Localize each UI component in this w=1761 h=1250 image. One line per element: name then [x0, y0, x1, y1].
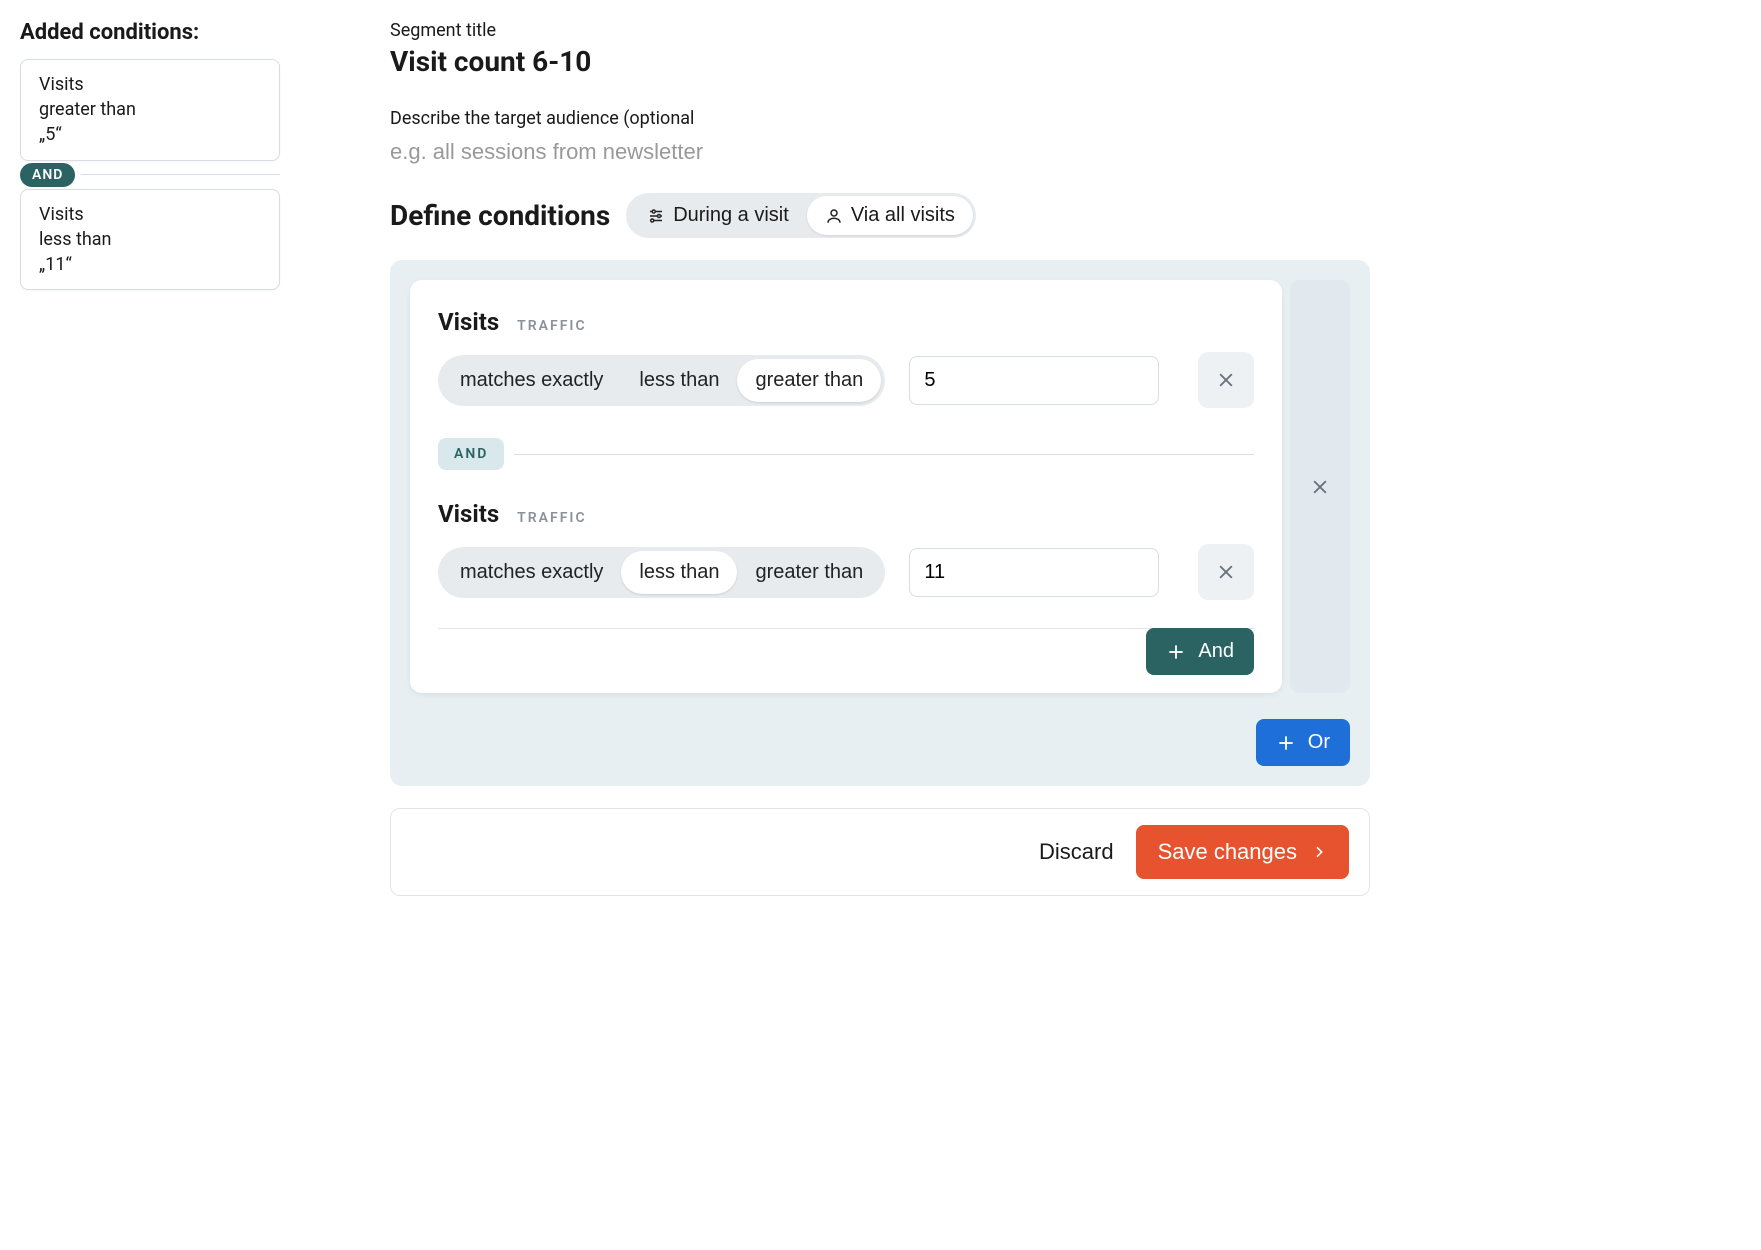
condition-operator: greater than — [39, 97, 261, 122]
condition-metric: Visits — [39, 202, 261, 227]
conditions-panel: Visits TRAFFIC matches exactly less than… — [390, 260, 1370, 786]
remove-condition-button[interactable] — [1198, 544, 1254, 600]
button-label: Or — [1308, 731, 1330, 754]
close-icon — [1216, 370, 1236, 390]
condition-summary-card[interactable]: Visits greater than „5“ — [20, 59, 280, 161]
condition-group: Visits TRAFFIC matches exactly less than… — [410, 280, 1282, 693]
user-icon — [825, 207, 843, 225]
segment-title[interactable]: Visit count 6-10 — [390, 45, 1370, 78]
condition-metric: Visits — [438, 500, 499, 528]
plus-icon — [1166, 642, 1186, 662]
and-pill: AND — [438, 438, 504, 470]
scope-label: During a visit — [673, 204, 789, 227]
condition-metric: Visits — [39, 72, 261, 97]
save-changes-button[interactable]: Save changes — [1136, 825, 1349, 879]
button-label: Save changes — [1158, 839, 1297, 865]
condition-category: TRAFFIC — [517, 510, 586, 526]
add-and-condition-button[interactable]: And — [1146, 628, 1254, 675]
operator-less-than[interactable]: less than — [621, 551, 737, 594]
scope-via-all-visits[interactable]: Via all visits — [807, 196, 973, 235]
discard-button[interactable]: Discard — [1039, 839, 1114, 865]
scope-toggle-group: During a visit Via all visits — [626, 193, 976, 238]
button-label: And — [1198, 640, 1234, 663]
operator-greater-than[interactable]: greater than — [737, 551, 881, 594]
condition-value-input[interactable] — [909, 548, 1159, 597]
description-input[interactable] — [390, 139, 1370, 165]
remove-condition-button[interactable] — [1198, 352, 1254, 408]
condition-category: TRAFFIC — [517, 318, 586, 334]
condition-metric: Visits — [438, 308, 499, 336]
operator-matches-exactly[interactable]: matches exactly — [442, 551, 621, 594]
add-or-group-button[interactable]: Or — [1256, 719, 1350, 766]
condition-operator: less than — [39, 227, 261, 252]
remove-group-button[interactable] — [1290, 280, 1350, 693]
and-pill: AND — [20, 163, 75, 187]
plus-icon — [1276, 733, 1296, 753]
footer-actions: Discard Save changes — [390, 808, 1370, 896]
sliders-icon — [647, 207, 665, 225]
condition-value: „5“ — [39, 122, 261, 147]
sidebar-title: Added conditions: — [20, 20, 280, 45]
added-conditions-sidebar: Added conditions: Visits greater than „5… — [20, 20, 280, 896]
chevron-right-icon — [1311, 844, 1327, 860]
description-label: Describe the target audience (optional — [390, 108, 1370, 129]
and-separator: AND — [438, 438, 1254, 470]
scope-label: Via all visits — [851, 204, 955, 227]
condition-value: „11“ — [39, 252, 261, 277]
close-icon — [1216, 562, 1236, 582]
define-conditions-heading: Define conditions — [390, 199, 610, 232]
condition-value-input[interactable] — [909, 356, 1159, 405]
operator-less-than[interactable]: less than — [621, 359, 737, 402]
operator-toggle-group: matches exactly less than greater than — [438, 355, 885, 406]
separator-line — [81, 174, 280, 175]
operator-toggle-group: matches exactly less than greater than — [438, 547, 885, 598]
segment-title-label: Segment title — [390, 20, 1370, 41]
scope-during-visit[interactable]: During a visit — [629, 196, 807, 235]
and-separator: AND — [20, 163, 280, 187]
operator-greater-than[interactable]: greater than — [737, 359, 881, 402]
condition-summary-card[interactable]: Visits less than „11“ — [20, 189, 280, 291]
separator-line — [514, 454, 1254, 455]
main-panel: Segment title Visit count 6-10 Describe … — [390, 20, 1370, 896]
close-icon — [1310, 477, 1330, 497]
operator-matches-exactly[interactable]: matches exactly — [442, 359, 621, 402]
